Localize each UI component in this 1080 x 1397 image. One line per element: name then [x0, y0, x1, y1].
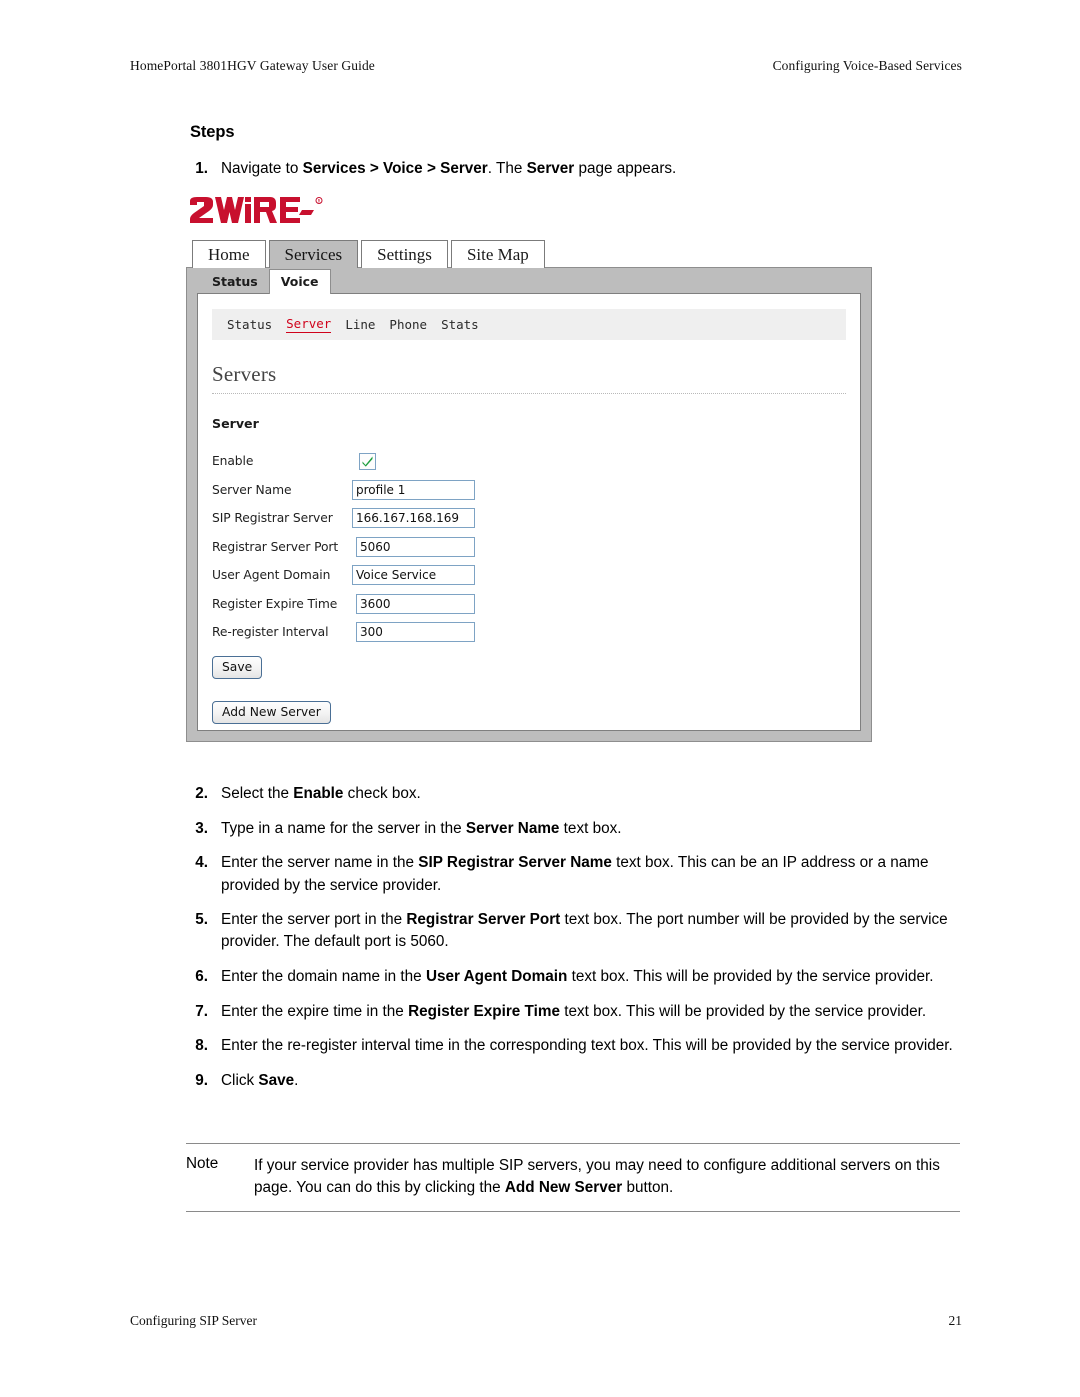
sub-tab-row: Status Voice [187, 268, 871, 294]
subnav-item-line[interactable]: Line [345, 317, 375, 333]
server-form: Enable Server Name profile 1 SIP Registr… [212, 447, 860, 647]
label-registrar-server-port: Registrar Server Port [212, 539, 339, 554]
note-label: Note [186, 1155, 219, 1172]
subnav-item-stats[interactable]: Stats [441, 317, 479, 333]
step-number: 9. [195, 1072, 208, 1090]
list-item: 5. Enter the server port in the Registra… [190, 909, 962, 953]
step-number: 4. [195, 854, 208, 872]
label-user-agent-domain: User Agent Domain [212, 568, 331, 583]
list-item: 7. Enter the expire time in the Register… [190, 1001, 962, 1023]
sub-tab-status[interactable]: Status [201, 270, 269, 294]
step-text: Type in a name for the server in the Ser… [221, 819, 622, 837]
steps-list: 2. Select the Enable check box. 3. Type … [190, 783, 962, 1105]
enable-checkbox[interactable] [359, 452, 376, 470]
panel-divider [212, 393, 846, 394]
server-name-input[interactable]: profile 1 [352, 479, 475, 500]
subnav-item-phone[interactable]: Phone [389, 317, 427, 333]
main-tab-services[interactable]: Services [268, 240, 359, 268]
sub-navigation-bar: Status Server Line Phone Stats [212, 309, 846, 340]
re-register-interval-input[interactable]: 300 [356, 622, 475, 643]
step-number: 1. [195, 160, 208, 177]
step-number: 7. [195, 1002, 208, 1020]
add-new-server-button[interactable]: Add New Server [212, 700, 331, 724]
running-foot: Configuring SIP Server 21 [130, 1313, 962, 1329]
save-button-wrapper: Save [212, 655, 860, 679]
form-row-registrar-server-port: Registrar Server Port 5060 [212, 533, 860, 562]
main-tab-site-map[interactable]: Site Map [450, 240, 545, 268]
form-row-user-agent-domain: User Agent Domain Voice Service [212, 561, 860, 590]
running-head-left: HomePortal 3801HGV Gateway User Guide [130, 58, 375, 73]
step-text: Click Save. [221, 1072, 299, 1090]
sip-registrar-server-input[interactable]: 166.167.168.169 [352, 508, 475, 529]
list-item: 8. Enter the re-register interval time i… [190, 1035, 962, 1057]
main-tab-row: Home Services Settings Site Map [192, 238, 872, 268]
sub-tab-voice[interactable]: Voice [268, 269, 331, 294]
running-head: HomePortal 3801HGV Gateway User Guide Co… [130, 58, 962, 74]
steps-heading: Steps [190, 123, 235, 141]
subnav-item-server[interactable]: Server [286, 316, 332, 333]
twowire-logo: R [188, 196, 328, 226]
gateway-ui-screenshot: R Home Services Settings Site Map Status… [186, 196, 872, 742]
save-button[interactable]: Save [212, 655, 263, 679]
step-number: 2. [195, 785, 208, 802]
svg-text:R: R [318, 199, 321, 204]
list-item: 4. Enter the server name in the SIP Regi… [190, 852, 962, 896]
list-item: 1. Navigate to Services > Voice > Server… [190, 158, 950, 180]
running-foot-left: Configuring SIP Server [130, 1313, 257, 1328]
label-re-register-interval: Re-register Interval [212, 625, 329, 640]
step-text: Enter the server name in the SIP Registr… [221, 854, 929, 894]
list-item: 2. Select the Enable check box. [190, 783, 962, 805]
label-enable: Enable [212, 454, 254, 469]
register-expire-time-input[interactable]: 3600 [356, 593, 475, 614]
note-block: Note If your service provider has multip… [186, 1143, 960, 1213]
page-number: 21 [948, 1313, 963, 1328]
label-server-name: Server Name [212, 482, 292, 497]
content-panel: Status Server Line Phone Stats Servers S… [197, 293, 861, 731]
form-row-re-register-interval: Re-register Interval 300 [212, 618, 860, 647]
step-1: 1. Navigate to Services > Voice > Server… [190, 158, 950, 180]
form-row-register-expire-time: Register Expire Time 3600 [212, 590, 860, 619]
section-label-server: Server [212, 416, 259, 431]
step-text: Select the Enable check box. [221, 785, 421, 802]
step-number: 3. [195, 819, 208, 837]
gateway-frame: Status Voice Status Server Line Phone St… [186, 267, 872, 742]
list-item: 6. Enter the domain name in the User Age… [190, 966, 962, 988]
subnav-item-status[interactable]: Status [227, 317, 272, 333]
user-agent-domain-input[interactable]: Voice Service [352, 565, 475, 586]
list-item: 3. Type in a name for the server in the … [190, 818, 962, 840]
registrar-server-port-input[interactable]: 5060 [356, 536, 475, 557]
form-row-sip-registrar-server: SIP Registrar Server 166.167.168.169 [212, 504, 860, 533]
running-head-right: Configuring Voice-Based Services [772, 58, 962, 73]
checkmark-icon [362, 456, 373, 467]
note-bottom-rule [186, 1211, 960, 1213]
step-number: 5. [195, 911, 208, 929]
panel-title: Servers [212, 362, 277, 386]
step-text: Enter the re-register interval time in t… [221, 1037, 953, 1055]
note-content: Note If your service provider has multip… [186, 1144, 960, 1211]
step-number: 6. [195, 968, 208, 986]
note-text: If your service provider has multiple SI… [254, 1157, 940, 1197]
step-number: 8. [195, 1037, 208, 1055]
step-text: Navigate to Services > Voice > Server. T… [221, 160, 677, 177]
step-text: Enter the domain name in the User Agent … [221, 968, 934, 986]
step-text: Enter the expire time in the Register Ex… [221, 1002, 927, 1020]
list-item: 9. Click Save. [190, 1070, 962, 1092]
add-new-server-button-wrapper: Add New Server [212, 700, 860, 724]
label-sip-registrar-server: SIP Registrar Server [212, 511, 333, 526]
form-row-server-name: Server Name profile 1 [212, 476, 860, 505]
step-text: Enter the server port in the Registrar S… [221, 911, 948, 951]
label-register-expire-time: Register Expire Time [212, 596, 338, 611]
main-tab-settings[interactable]: Settings [361, 240, 448, 268]
main-tab-home[interactable]: Home [192, 240, 266, 268]
form-row-enable: Enable [212, 447, 860, 476]
